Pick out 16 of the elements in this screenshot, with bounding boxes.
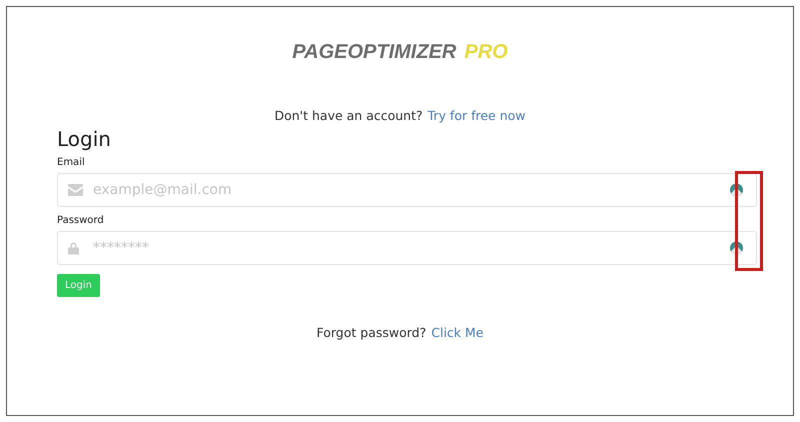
extension-icon[interactable]	[730, 184, 743, 196]
forgot-link[interactable]: Click Me	[431, 325, 484, 340]
logo-name: PAGEOPTIMIZER	[292, 41, 456, 64]
envelope-icon	[68, 184, 83, 196]
login-title: Login	[57, 127, 111, 151]
logo-suffix: PRO	[464, 41, 508, 64]
field-label: Email	[57, 157, 85, 168]
password-field[interactable]: ********	[57, 231, 757, 265]
field-label: Password	[57, 215, 104, 226]
forgot-prompt: Forgot password?	[316, 325, 426, 340]
lock-icon	[68, 242, 79, 254]
extension-icon[interactable]	[730, 242, 743, 254]
signup-prompt: Don't have an account?	[274, 108, 423, 123]
signup-link[interactable]: Try for free now	[428, 108, 526, 123]
login-button[interactable]: Login	[57, 274, 100, 297]
email-field[interactable]: example@mail.com	[57, 173, 757, 207]
